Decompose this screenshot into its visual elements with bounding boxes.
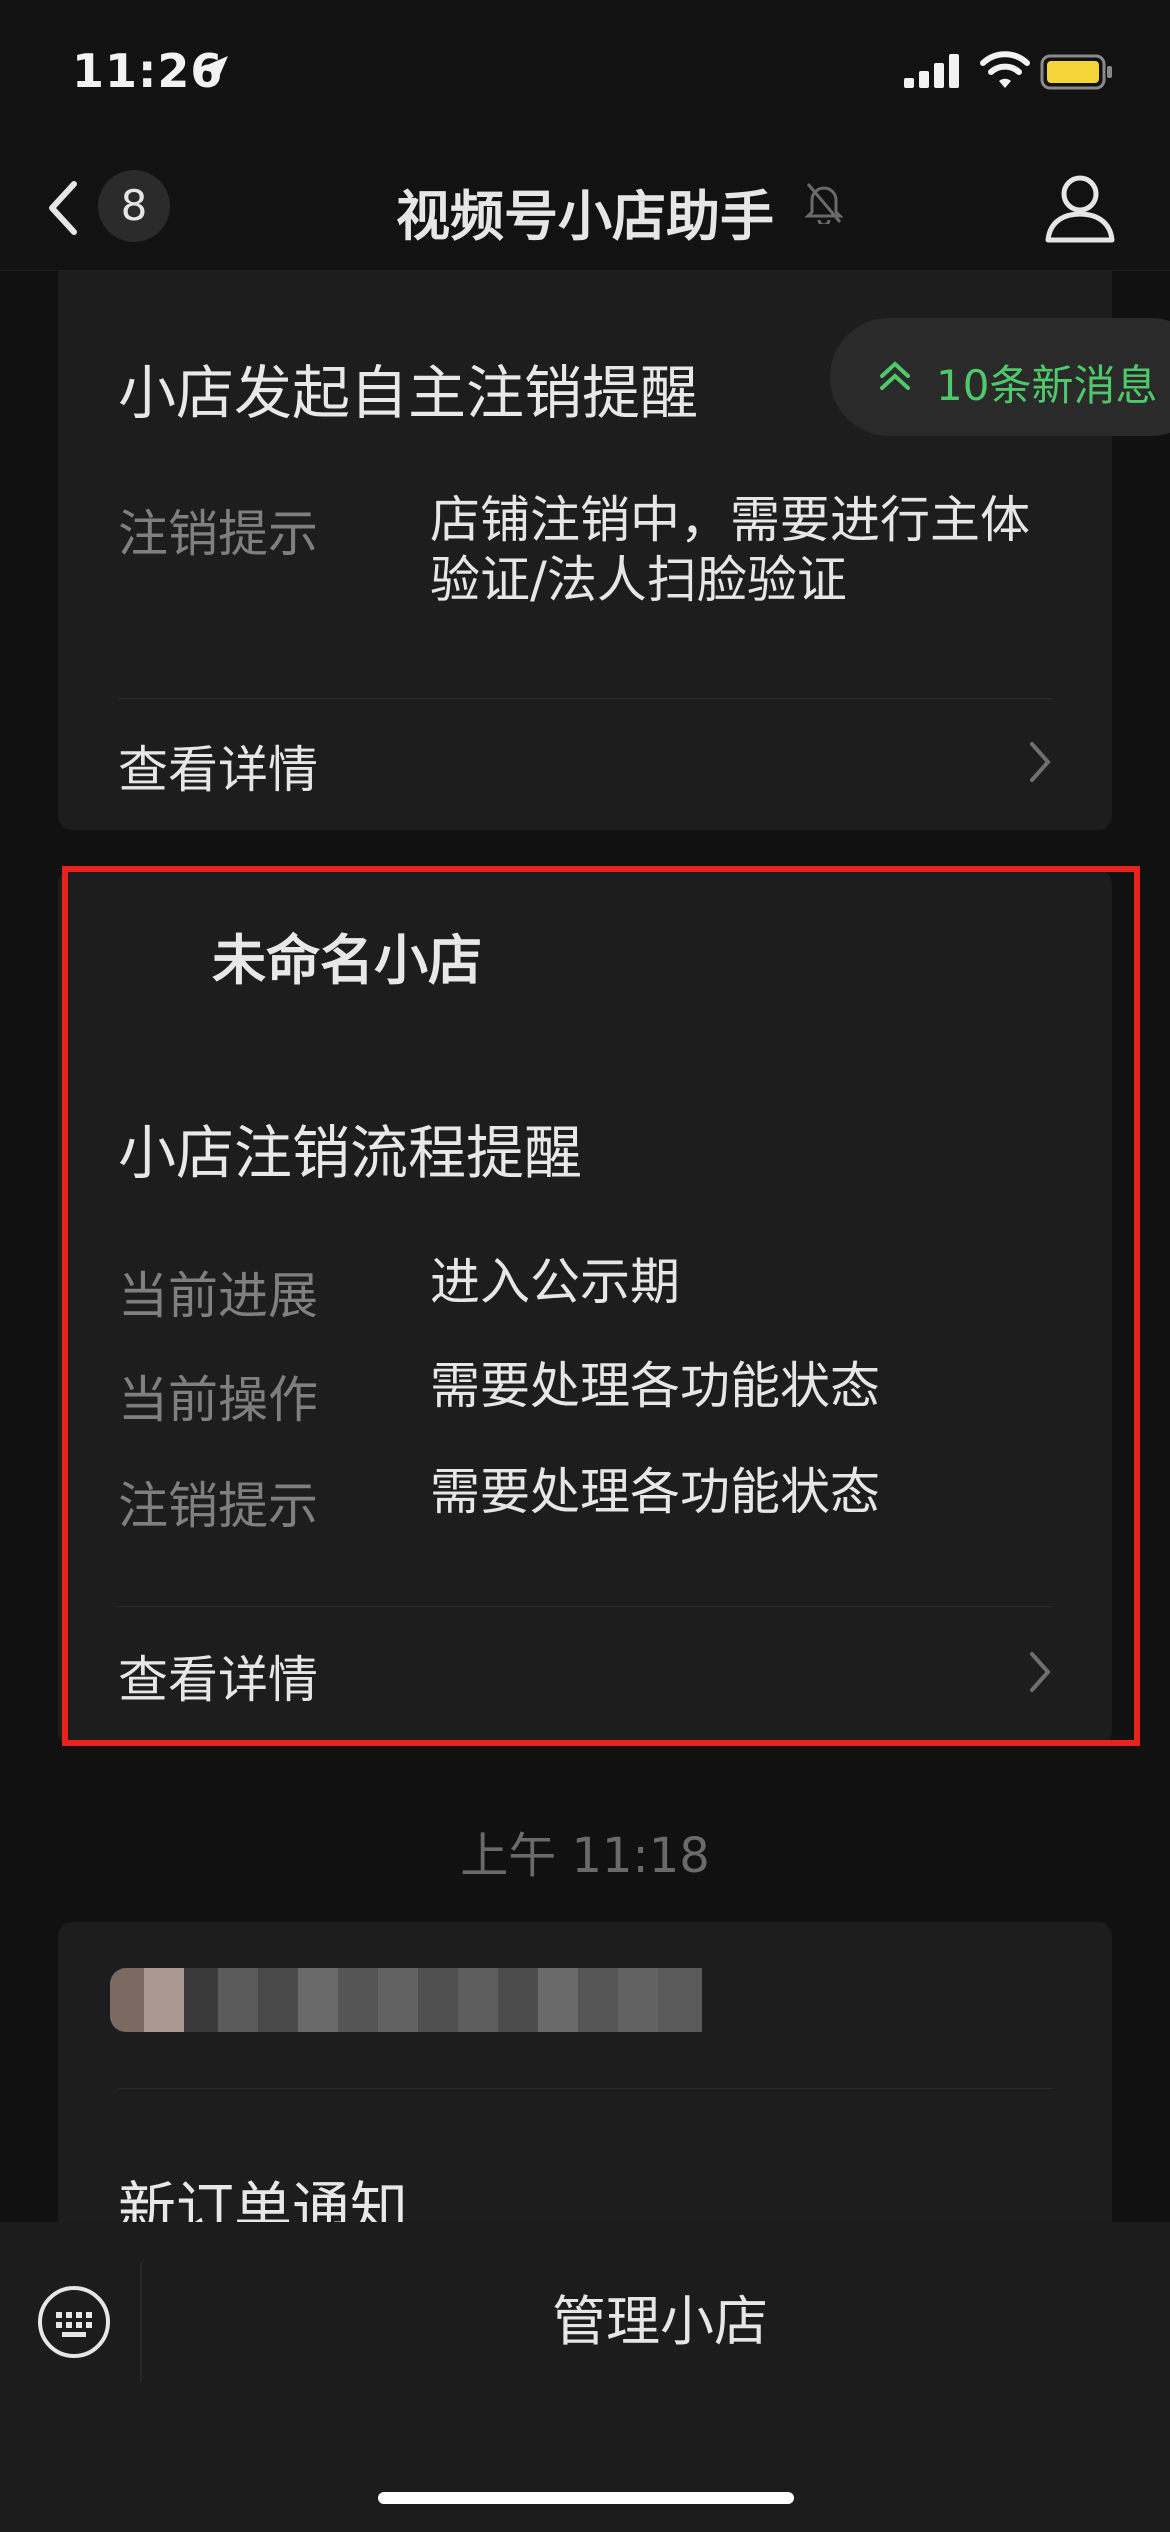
status-bar: 11:26 (0, 0, 1170, 140)
bottom-menu-bar: 管理小店 (0, 2222, 1170, 2532)
wifi-icon (980, 51, 1030, 88)
chevron-right-icon[interactable] (1028, 740, 1052, 784)
card-title: 小店发起自主注销提醒 (118, 359, 699, 427)
blurred-shop-avatar (110, 1968, 702, 2032)
keyboard-icon[interactable] (36, 2284, 112, 2360)
new-messages-label: 10条新消息 (936, 361, 1158, 410)
highlight-annotation-box (62, 866, 1140, 1746)
signal-icon (904, 54, 959, 88)
location-arrow-icon (198, 56, 228, 86)
new-messages-button[interactable]: 10条新消息 (830, 318, 1170, 436)
mute-bell-icon (804, 183, 844, 224)
message-timestamp: 上午 11:18 (460, 1828, 710, 1884)
divider (118, 2088, 1052, 2089)
page-title: 视频号小店助手 (396, 185, 774, 248)
manage-shop-button[interactable]: 管理小店 (150, 2262, 1170, 2382)
row-value: 店铺注销中，需要进行主体验证/法人扫脸验证 (430, 491, 1030, 609)
separator (140, 2262, 142, 2382)
divider (118, 698, 1052, 699)
profile-icon[interactable] (1040, 168, 1120, 248)
home-indicator (378, 2492, 794, 2504)
nav-bar: 8 视频号小店助手 (0, 140, 1170, 271)
view-details-link[interactable]: 查看详情 (118, 730, 318, 802)
battery-icon (1040, 54, 1112, 90)
double-chevron-up-icon (880, 361, 910, 390)
row-label: 注销提示 (118, 505, 318, 563)
